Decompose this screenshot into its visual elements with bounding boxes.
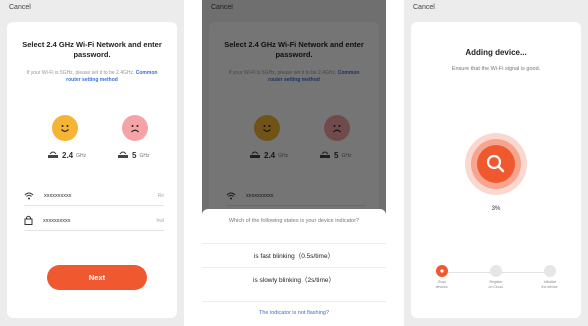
step-label-line2: on Cloud. — [488, 285, 504, 289]
router-icon — [249, 150, 261, 161]
page-title: Adding device... — [465, 48, 527, 57]
cancel-link[interactable]: Cancel — [9, 4, 31, 11]
screen-wifi-setup: Cancel Select 2.4 GHz Wi-Fi Network and … — [0, 0, 184, 326]
band-5g-value: 5 — [132, 151, 137, 160]
progress-card: Adding device... Ensure that the Wi-Fi s… — [411, 22, 581, 318]
password-field[interactable]: xxxxxxxxxx hwl — [24, 212, 164, 231]
router-icon — [117, 150, 129, 161]
cancel-link[interactable]: Cancel — [413, 4, 435, 11]
indicator-state-sheet: Which of the following states is your de… — [202, 209, 386, 326]
band-2g4: 2.4 GHz — [249, 150, 288, 161]
happy-face-icon — [254, 115, 280, 141]
band-5g: 5 GHz — [319, 150, 351, 161]
wifi-icon — [24, 187, 34, 205]
lock-icon — [24, 212, 33, 230]
step-dot — [544, 265, 556, 277]
page-title: Select 2.4 GHz Wi-Fi Network and enter p… — [22, 40, 162, 59]
step-register: Register on Cloud. — [475, 265, 517, 290]
hint-label: If your Wi-Fi is 5GHz, please set it to … — [228, 70, 337, 76]
progress-ring — [464, 132, 528, 196]
router-icon — [319, 150, 331, 161]
wifi-form-card: Select 2.4 GHz Wi-Fi Network and enter p… — [7, 22, 177, 318]
sad-face-icon — [122, 115, 148, 141]
sheet-question: Which of the following states is your de… — [228, 218, 360, 224]
band-5g: 5 GHz — [117, 150, 149, 161]
progress-percent: 3% — [491, 206, 501, 212]
wifi-name-field: xxxxxxxxxx — [226, 187, 366, 206]
wifi-name-value: xxxxxxxxxx — [246, 193, 274, 199]
wifi-icon — [226, 187, 236, 205]
not-flashing-link[interactable]: The indicator is not flashing? — [202, 301, 386, 316]
band-2g4: 2.4 GHz — [47, 150, 86, 161]
band-5g-unit: GHz — [139, 152, 150, 159]
signal-hint: Ensure that the Wi-Fi signal is good. — [451, 66, 541, 72]
band-2g4-value: 2.4 — [264, 151, 276, 160]
step-label-line2: the device. — [541, 285, 559, 289]
step-dot — [490, 265, 502, 277]
slow-blinking-option[interactable]: is slowly blinking（2s/time） — [202, 267, 386, 290]
wifi-name-value: xxxxxxxxxx — [44, 193, 72, 199]
show-password-toggle[interactable]: hwl — [156, 218, 164, 224]
band-2g4-value: 2.4 — [62, 151, 74, 160]
fast-blinking-option[interactable]: is fast blinking（0.5s/time） — [202, 243, 386, 266]
hint-label: If your Wi-Fi is 5GHz, please set it to … — [26, 70, 135, 76]
screen-indicator-state: Cancel Select 2.4 GHz Wi-Fi Network and … — [202, 0, 386, 326]
sad-face-icon — [324, 115, 350, 141]
next-button[interactable]: Next — [47, 265, 147, 290]
band-5g-value: 5 — [334, 151, 339, 160]
happy-face-icon — [52, 115, 78, 141]
step-initialize: Initialize the device. — [529, 265, 571, 290]
step-label-line2: devices. — [435, 285, 449, 289]
cancel-link: Cancel — [211, 4, 233, 11]
band-5g-unit: GHz — [341, 152, 352, 159]
router-icon — [47, 150, 59, 161]
change-network-link[interactable]: Re — [158, 193, 164, 199]
page-title: Select 2.4 GHz Wi-Fi Network and enter p… — [224, 40, 364, 59]
screen-adding-device: Cancel Adding device... Ensure that the … — [404, 0, 588, 326]
band-2g4-unit: GHz — [278, 152, 289, 159]
wifi-name-field[interactable]: xxxxxxxxxx Re — [24, 187, 164, 206]
band-2g4-unit: GHz — [76, 152, 87, 159]
password-value: xxxxxxxxxx — [43, 218, 71, 224]
hint-text: If your Wi-Fi is 5GHz, please set it to … — [221, 70, 367, 84]
hint-text: If your Wi-Fi is 5GHz, please set it to … — [19, 70, 165, 84]
step-scan: Scan devices. — [421, 265, 463, 290]
step-dot-active — [436, 265, 448, 277]
